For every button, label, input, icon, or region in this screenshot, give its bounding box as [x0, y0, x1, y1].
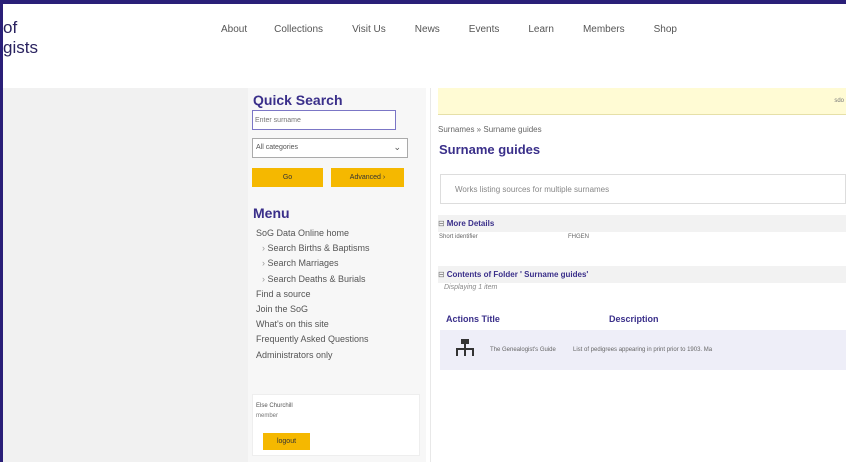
row-title-link[interactable]: The Genealogist's Guide	[490, 347, 556, 353]
contents-toggle[interactable]: ⊟ Contents of Folder ' Surname guides'	[438, 266, 846, 283]
nav-learn[interactable]: Learn	[528, 24, 554, 35]
main-nav: About Collections Visit Us News Events L…	[221, 24, 706, 35]
breadcrumb[interactable]: Surnames » Surname guides	[438, 125, 542, 134]
menu-item-find-source[interactable]: Find a source	[256, 287, 370, 302]
logout-button[interactable]: logout	[263, 433, 310, 450]
site-logo[interactable]: of gists	[3, 18, 38, 58]
go-button[interactable]: Go	[252, 168, 323, 187]
advanced-search-button[interactable]: Advanced ›	[331, 168, 404, 187]
category-select[interactable]: All categories ⌄	[252, 138, 408, 158]
contents-header: Contents of Folder ' Surname guides'	[446, 270, 589, 279]
user-name: Else Churchill	[256, 403, 293, 409]
short-identifier-value: FHGEN	[568, 234, 589, 240]
nav-shop[interactable]: Shop	[654, 24, 677, 35]
nav-news[interactable]: News	[415, 24, 440, 35]
nav-collections[interactable]: Collections	[274, 24, 323, 35]
nav-visit-us[interactable]: Visit Us	[352, 24, 386, 35]
more-details-header: More Details	[446, 219, 495, 228]
folder-description: Works listing sources for multiple surna…	[440, 174, 846, 204]
surname-input[interactable]	[252, 110, 396, 130]
logo-line-2: gists	[3, 38, 38, 57]
category-selected: All categories	[256, 144, 299, 151]
notice-text: sdo	[834, 98, 844, 104]
collapse-icon: ⊟	[438, 270, 445, 279]
notice-bar: sdo	[438, 88, 846, 115]
menu-item-faq[interactable]: Frequently Asked Questions	[256, 332, 370, 347]
sidebar: Quick Search All categories ⌄ Go Advance…	[248, 88, 426, 462]
page: of gists About Collections Visit Us News…	[3, 4, 846, 462]
menu-item-births[interactable]: Search Births & Baptisms	[256, 241, 370, 256]
table-row[interactable]: The Genealogist's Guide List of pedigree…	[440, 330, 846, 370]
menu-list: SoG Data Online home Search Births & Bap…	[256, 226, 370, 363]
user-role: member	[256, 413, 279, 419]
logo-line-1: of	[3, 18, 18, 37]
menu-item-join[interactable]: Join the SoG	[256, 302, 370, 317]
nav-members[interactable]: Members	[583, 24, 625, 35]
menu-item-admin[interactable]: Administrators only	[256, 348, 370, 363]
page-title: Surname guides	[439, 142, 541, 157]
menu-item-whats-on[interactable]: What's on this site	[256, 317, 370, 332]
column-divider	[430, 88, 431, 462]
short-identifier-label: Short identifier	[439, 234, 478, 240]
collapse-icon: ⊟	[438, 219, 445, 228]
quick-search-title: Quick Search	[253, 92, 343, 108]
menu-item-marriages[interactable]: Search Marriages	[256, 256, 370, 271]
chevron-down-icon: ⌄	[393, 142, 401, 152]
menu-title: Menu	[253, 205, 290, 221]
more-details-toggle[interactable]: ⊟ More Details	[438, 215, 846, 232]
menu-item-home[interactable]: SoG Data Online home	[256, 226, 370, 241]
user-box: Else Churchill member logout	[252, 394, 420, 456]
column-header-actions-title: Actions Title	[446, 314, 500, 324]
nav-about[interactable]: About	[221, 24, 247, 35]
nav-events[interactable]: Events	[469, 24, 500, 35]
menu-item-deaths[interactable]: Search Deaths & Burials	[256, 272, 370, 287]
pedigree-tree-icon	[456, 339, 474, 356]
row-description: List of pedigrees appearing in print pri…	[573, 347, 713, 353]
column-header-description: Description	[609, 314, 659, 324]
item-count: Displaying 1 item	[444, 284, 498, 291]
left-gutter	[3, 88, 248, 462]
